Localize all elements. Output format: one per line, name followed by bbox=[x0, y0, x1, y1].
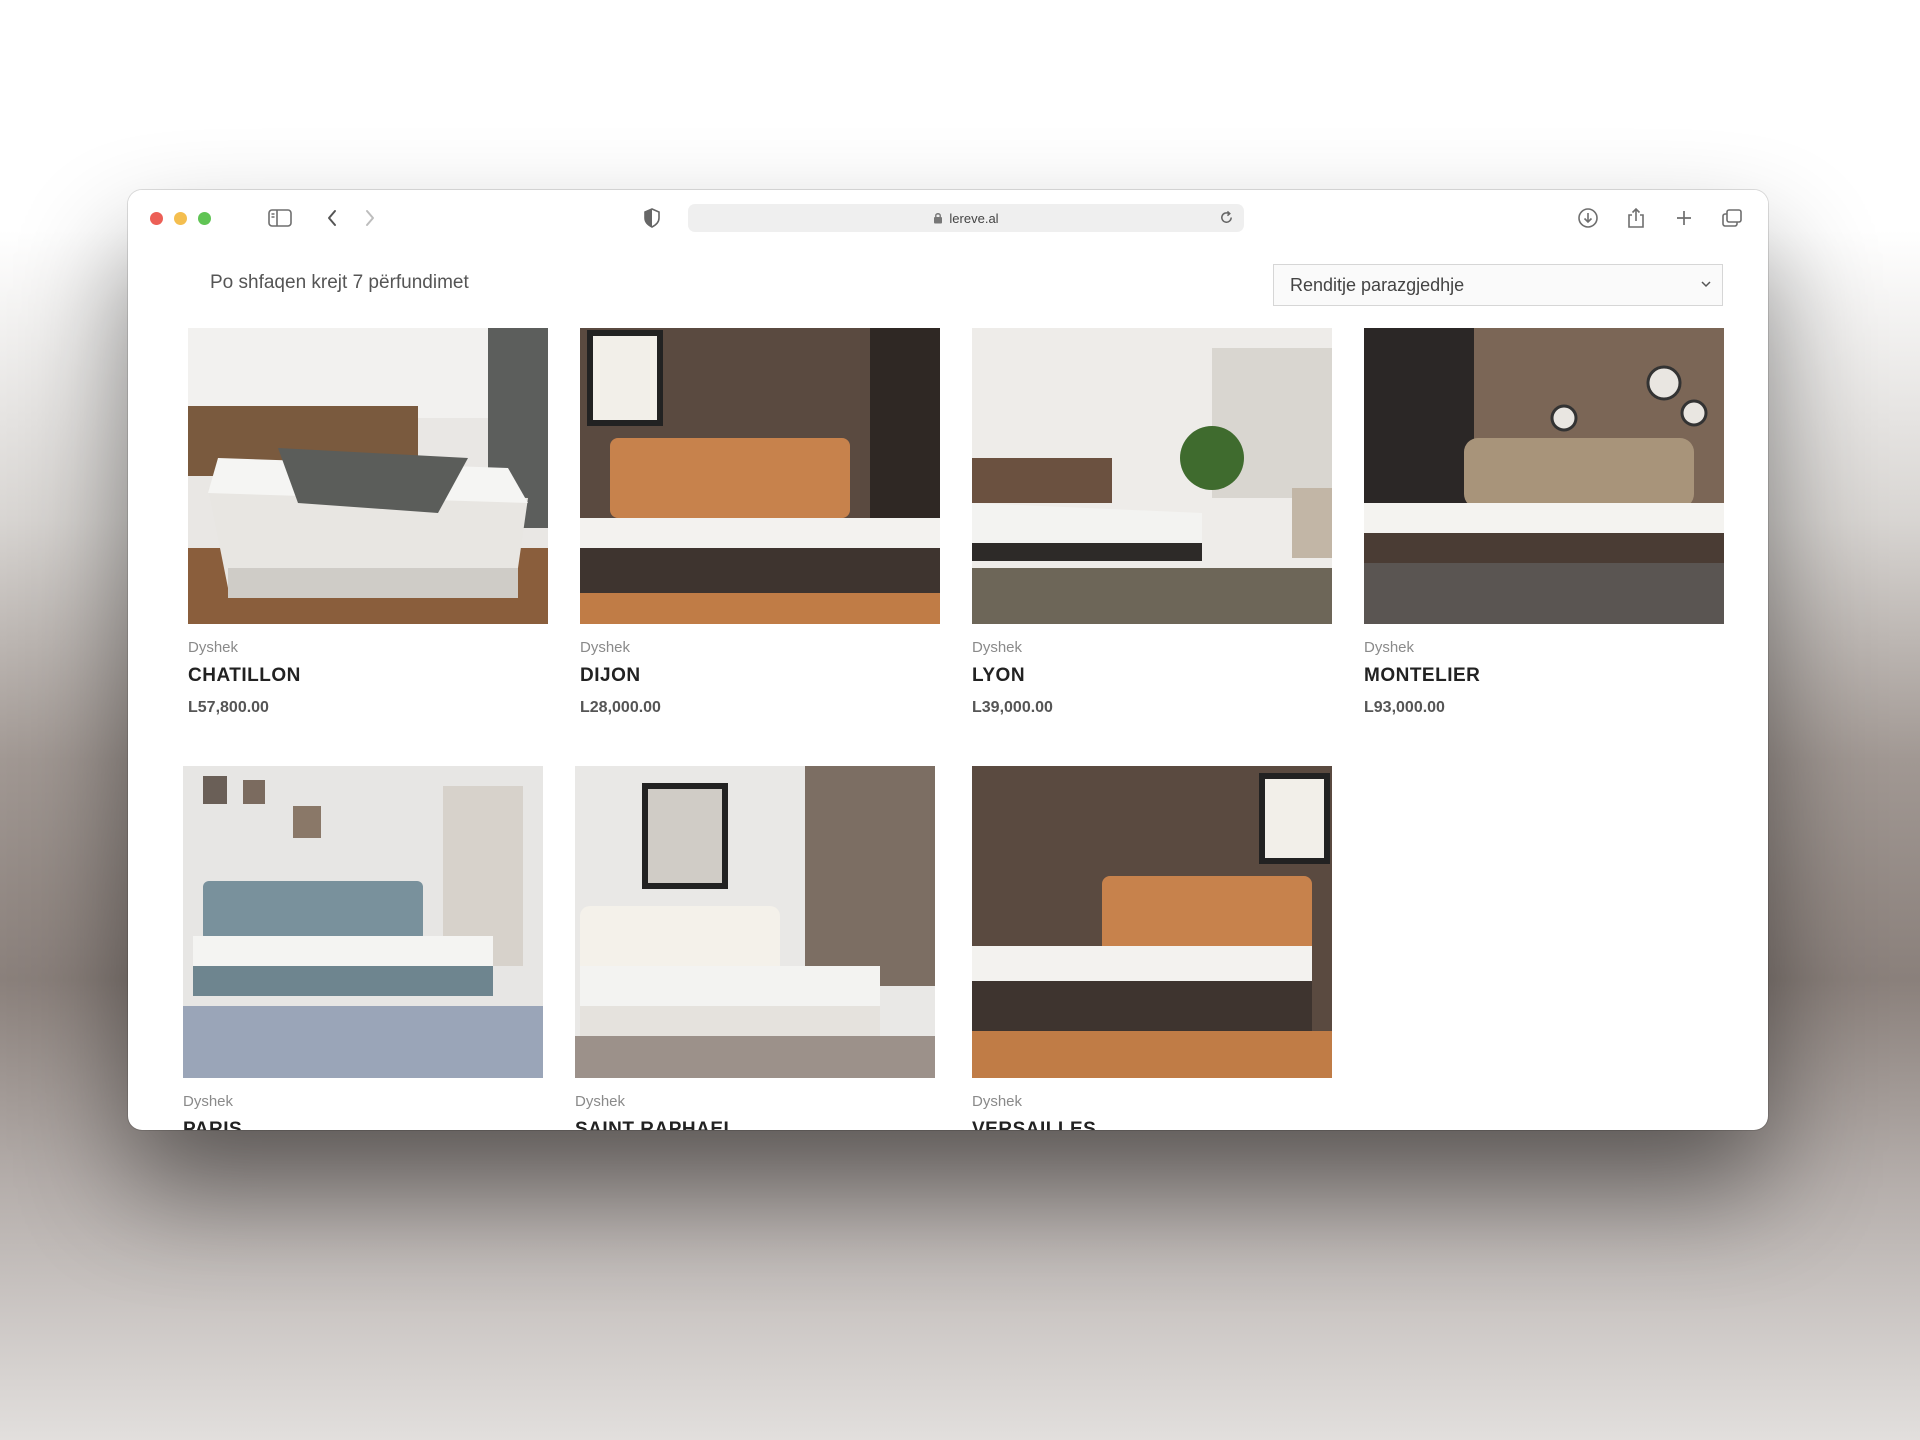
product-price: L57,800.00 bbox=[188, 699, 269, 716]
product-price: L93,000.00 bbox=[1364, 699, 1445, 716]
url-text: lereve.al bbox=[949, 210, 999, 226]
product-category: Dyshek bbox=[188, 639, 239, 656]
product-price: L28,000.00 bbox=[580, 699, 661, 716]
product-category: Dyshek bbox=[183, 1093, 234, 1110]
privacy-shield-icon[interactable] bbox=[638, 204, 666, 232]
product-category: Dyshek bbox=[575, 1093, 626, 1110]
browser-toolbar: lereve.al bbox=[128, 190, 1768, 246]
sort-chevron-icon bbox=[1700, 278, 1712, 290]
browser-window: lereve.al Po shfaqen krejt 7 përfundimet… bbox=[128, 190, 1768, 1130]
reload-icon[interactable] bbox=[1219, 210, 1234, 225]
product-card[interactable]: Dyshek CHATILLON L57,800.00 bbox=[188, 328, 548, 717]
product-name[interactable]: LYON bbox=[972, 665, 1332, 687]
product-name[interactable]: CHATILLON bbox=[188, 665, 548, 687]
product-card[interactable]: Dyshek DIJON L28,000.00 bbox=[580, 328, 940, 717]
forward-chevron-icon[interactable] bbox=[356, 204, 384, 232]
sidebar-icon[interactable] bbox=[266, 204, 294, 232]
lock-icon bbox=[933, 212, 943, 224]
product-card[interactable]: Dyshek LYON L39,000.00 bbox=[972, 328, 1332, 717]
product-card[interactable]: Dyshek SAINT RAPHAEL bbox=[575, 766, 935, 1130]
product-name[interactable]: DIJON bbox=[580, 665, 940, 687]
zoom-window-button[interactable] bbox=[198, 212, 211, 225]
product-card[interactable]: Dyshek PARIS bbox=[183, 766, 543, 1130]
tab-overview-icon[interactable] bbox=[1718, 204, 1746, 232]
back-chevron-icon[interactable] bbox=[318, 204, 346, 232]
result-count: Po shfaqen krejt 7 përfundimet bbox=[210, 272, 469, 293]
address-bar[interactable]: lereve.al bbox=[688, 204, 1244, 232]
new-tab-plus-icon[interactable] bbox=[1670, 204, 1698, 232]
product-card[interactable]: Dyshek MONTELIER L93,000.00 bbox=[1364, 328, 1724, 717]
sort-select[interactable]: Renditje parazgjedhje bbox=[1273, 264, 1723, 306]
product-image[interactable] bbox=[972, 766, 1332, 1078]
product-image[interactable] bbox=[580, 328, 940, 624]
product-category: Dyshek bbox=[1364, 639, 1415, 656]
product-name[interactable]: SAINT RAPHAEL bbox=[575, 1119, 935, 1130]
shop-page: Po shfaqen krejt 7 përfundimet Renditje … bbox=[128, 246, 1768, 1130]
product-name[interactable]: MONTELIER bbox=[1364, 665, 1724, 687]
minimize-window-button[interactable] bbox=[174, 212, 187, 225]
product-image[interactable] bbox=[188, 328, 548, 624]
product-image[interactable] bbox=[972, 328, 1332, 624]
product-name[interactable]: VERSAILLES bbox=[972, 1119, 1332, 1130]
share-icon[interactable] bbox=[1622, 204, 1650, 232]
product-card[interactable]: Dyshek VERSAILLES bbox=[972, 766, 1332, 1130]
close-window-button[interactable] bbox=[150, 212, 163, 225]
sort-selected-value: Renditje parazgjedhje bbox=[1290, 274, 1465, 295]
product-category: Dyshek bbox=[972, 1093, 1023, 1110]
product-category: Dyshek bbox=[580, 639, 631, 656]
product-image[interactable] bbox=[1364, 328, 1724, 624]
product-image[interactable] bbox=[575, 766, 935, 1078]
product-price: L39,000.00 bbox=[972, 699, 1053, 716]
product-image[interactable] bbox=[183, 766, 543, 1078]
download-icon[interactable] bbox=[1574, 204, 1602, 232]
product-name[interactable]: PARIS bbox=[183, 1119, 543, 1130]
product-category: Dyshek bbox=[972, 639, 1023, 656]
